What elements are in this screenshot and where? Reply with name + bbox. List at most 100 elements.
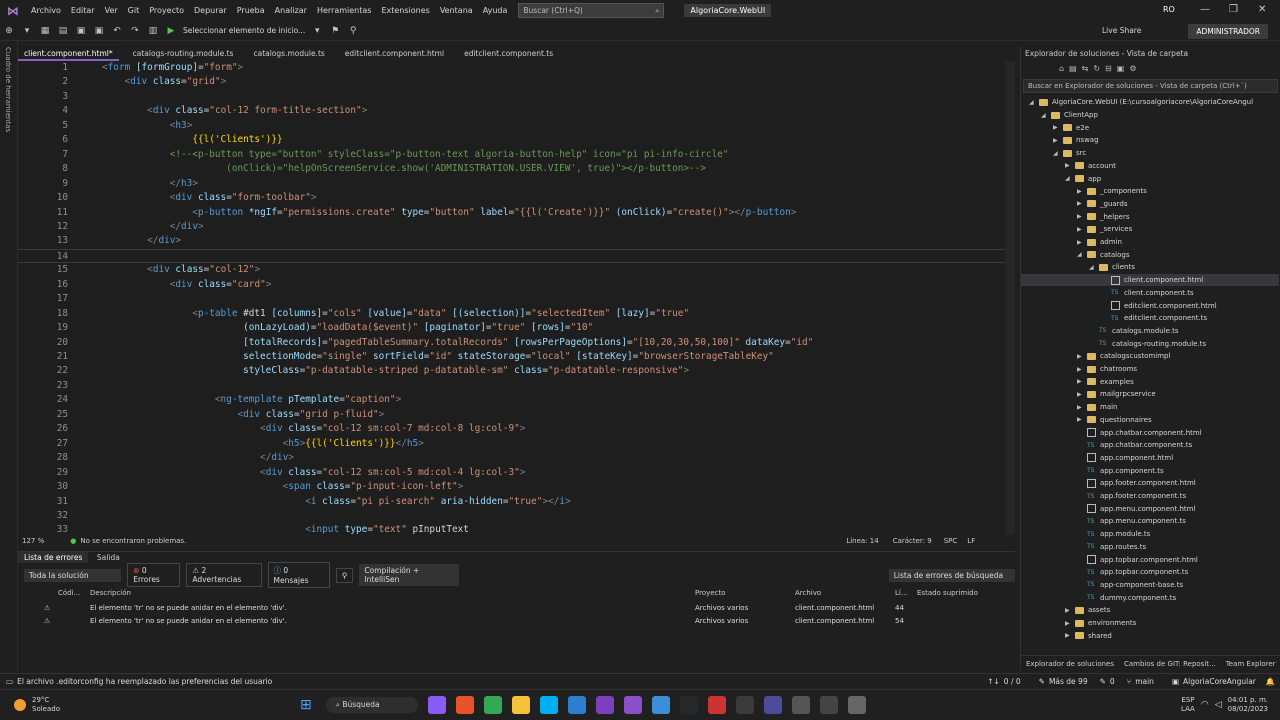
expand-arrow-icon[interactable]: ▶ (1077, 391, 1087, 398)
expand-arrow-icon[interactable]: ◢ (1029, 99, 1039, 106)
tree-item[interactable]: ▶ _components (1021, 185, 1279, 198)
code-line[interactable]: 24 <ng-template pTemplate="caption"> (18, 393, 1015, 407)
code-line[interactable]: 7 <!--<p-button type="button" styleClass… (18, 148, 1015, 162)
tab-client-component-html[interactable]: client.component.html* (18, 47, 119, 61)
config-icon[interactable]: ▥ (146, 24, 160, 38)
user-avatar[interactable]: RO (1163, 5, 1175, 14)
tab-team-explorer[interactable]: Team Explorer (1226, 660, 1276, 668)
code-line[interactable]: 6 {{l('Clients')}} (18, 133, 1015, 147)
menu-git[interactable]: Git (123, 0, 145, 21)
tree-item[interactable]: ◢ clients (1021, 261, 1279, 274)
code-line[interactable]: 17 (18, 292, 1015, 306)
status-counter[interactable]: 0 / 0 (1004, 677, 1021, 686)
col-project[interactable]: Proyecto (695, 589, 795, 601)
expand-arrow-icon[interactable]: ◢ (1065, 175, 1075, 182)
menu-archivo[interactable]: Archivo (26, 0, 66, 21)
tree-item[interactable]: app.topbar.component.html (1021, 553, 1279, 566)
app4-icon[interactable] (791, 696, 810, 714)
tree-item[interactable]: app.chatbar.component.html (1021, 426, 1279, 439)
code-line[interactable]: 22 styleClass="p-datatable-striped p-dat… (18, 364, 1015, 378)
back-icon[interactable]: ⊕ (2, 24, 16, 38)
tree-item[interactable]: client.component.html (1021, 273, 1279, 287)
code-line[interactable]: 4 <div class="col-12 form-title-section"… (18, 104, 1015, 118)
code-line[interactable]: 25 <div class="grid p-fluid"> (18, 408, 1015, 422)
code-line[interactable]: 30 <span class="p-input-icon-left"> (18, 480, 1015, 494)
tree-item[interactable]: ▶ _helpers (1021, 210, 1279, 223)
terminal-icon[interactable] (735, 696, 754, 714)
wifi-icon[interactable]: ◠ (1201, 700, 1209, 710)
zoom-level[interactable]: 127 % (22, 537, 44, 545)
status-zero[interactable]: 0 (1110, 677, 1115, 686)
tab-catalogs-module[interactable]: catalogs.module.ts (247, 47, 330, 61)
app3-icon[interactable] (763, 696, 782, 714)
tab-error-list[interactable]: Lista de errores (18, 552, 89, 563)
lf-indicator[interactable]: LF (967, 537, 975, 545)
status-project[interactable]: AlgoriaCoreAngular (1183, 677, 1256, 686)
expand-arrow-icon[interactable]: ▶ (1065, 607, 1075, 614)
editor-scrollbar[interactable] (1005, 61, 1015, 535)
tree-item[interactable]: ▶ _services (1021, 223, 1279, 236)
code-line[interactable]: 33 <input type="text" pInputText (18, 523, 1015, 535)
tree-item[interactable]: ▶ assets (1021, 604, 1279, 617)
weather-widget[interactable]: 29°C Soleado (32, 696, 60, 714)
taskbar-search[interactable]: ⌕ Búsqueda (325, 697, 418, 713)
status-branch[interactable]: main (1135, 677, 1154, 686)
menu-proyecto[interactable]: Proyecto (144, 0, 189, 21)
expand-arrow-icon[interactable]: ▶ (1077, 366, 1087, 373)
close-icon[interactable]: ✕ (1258, 4, 1266, 15)
expand-arrow-icon[interactable]: ▶ (1077, 353, 1087, 360)
col-desc[interactable]: Descripción (90, 589, 695, 601)
menu-ventana[interactable]: Ventana (435, 0, 478, 21)
live-share-button[interactable]: Live Share (1102, 26, 1141, 35)
expand-arrow-icon[interactable]: ▶ (1077, 213, 1087, 220)
tree-item[interactable]: ▶ environments (1021, 617, 1279, 630)
col-code[interactable]: Códi... (58, 589, 90, 601)
tab-git-changes[interactable]: Cambios de GIT: Reposit... (1124, 660, 1216, 668)
global-search-input[interactable]: Buscar (Ctrl+Q) ⌕ (518, 3, 665, 18)
tree-item[interactable]: TS dummy.component.ts (1021, 591, 1279, 604)
code-line[interactable]: 21 selectionMode="single" sortField="id"… (18, 350, 1015, 364)
app2-icon[interactable] (707, 696, 726, 714)
code-line[interactable]: 31 <i class="pi pi-search" aria-hidden="… (18, 495, 1015, 509)
code-line[interactable]: 16 <div class="card"> (18, 278, 1015, 292)
tree-item[interactable]: TS catalogs-routing.module.ts (1021, 337, 1279, 350)
tab-solution-explorer[interactable]: Explorador de soluciones (1026, 660, 1114, 668)
expand-arrow-icon[interactable]: ▶ (1053, 124, 1063, 131)
tree-item[interactable]: ▶ main (1021, 401, 1279, 414)
tree-item[interactable]: ▶ _guards (1021, 198, 1279, 211)
maximize-icon[interactable]: ❐ (1229, 4, 1238, 15)
menu-extensiones[interactable]: Extensiones (376, 0, 434, 21)
hot-reload-icon[interactable]: ⚑ (328, 24, 342, 38)
expand-arrow-icon[interactable]: ▶ (1077, 226, 1087, 233)
code-editor[interactable]: 1 <form [formGroup]="form"> 2 <div class="… (18, 61, 1015, 535)
app-icon[interactable] (651, 696, 670, 714)
tree-item[interactable]: TS client.component.ts (1021, 287, 1279, 300)
dropdown-icon[interactable]: ▾ (310, 24, 324, 38)
code-line[interactable]: 15 <div class="col-12"> (18, 263, 1015, 277)
app5-icon[interactable] (819, 696, 838, 714)
save-icon[interactable]: ▣ (74, 24, 88, 38)
expand-arrow-icon[interactable]: ▶ (1077, 200, 1087, 207)
status-more[interactable]: Más de 99 (1049, 677, 1088, 686)
expand-arrow-icon[interactable]: ▶ (1077, 239, 1087, 246)
save-all-icon[interactable]: ▣ (92, 24, 106, 38)
code-line[interactable]: 11 <p-button *ngIf="permissions.create" … (18, 206, 1015, 220)
code-line[interactable]: 23 (18, 379, 1015, 393)
tree-item[interactable]: TS app.topbar.component.ts (1021, 566, 1279, 579)
messages-filter[interactable]: ⓘ 0 Mensajes (267, 562, 330, 588)
expand-arrow-icon[interactable]: ◢ (1053, 150, 1063, 157)
bookmark-icon[interactable]: ⚲ (346, 24, 360, 38)
expand-arrow-icon[interactable]: ▶ (1077, 188, 1087, 195)
code-line[interactable]: 28 </div> (18, 451, 1015, 465)
windows-start-icon[interactable]: ⊞ (300, 697, 312, 713)
menu-ver[interactable]: Ver (100, 0, 123, 21)
forward-icon[interactable]: ▾ (20, 24, 34, 38)
tree-item[interactable]: ▶ admin (1021, 236, 1279, 249)
expand-arrow-icon[interactable]: ◢ (1089, 264, 1099, 271)
filter-icon[interactable]: ⚲ (335, 567, 354, 583)
tree-item[interactable]: ◢ AlgoriaCore.WebUI (E:\cursoalgoriacore\… (1021, 96, 1279, 109)
error-row[interactable]: ⚠ El elemento 'tr' no se puede anidar en… (18, 614, 1015, 627)
menu-editar[interactable]: Editar (66, 0, 100, 21)
code-line[interactable]: 9 </h3> (18, 177, 1015, 191)
firefox-icon[interactable] (455, 696, 474, 714)
